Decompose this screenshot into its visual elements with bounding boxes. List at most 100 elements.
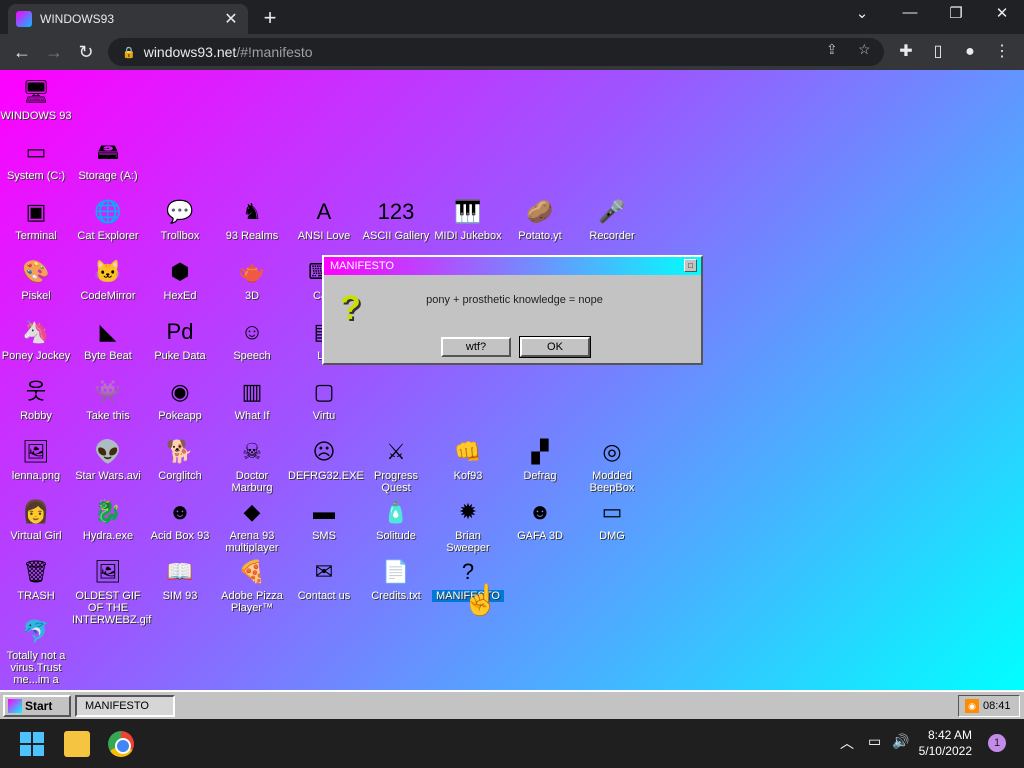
share-icon[interactable]: ⇪ xyxy=(826,41,838,58)
browser-tab[interactable]: WINDOWS93 ✕ xyxy=(8,4,248,34)
desktop-icon-star-wars-avi[interactable]: 👽 Star Wars.avi xyxy=(72,436,144,482)
tab-search-chevron-icon[interactable]: ⌄ xyxy=(842,4,882,22)
desktop-icon-hexed[interactable]: ⬢ HexEd xyxy=(144,256,216,302)
address-bar[interactable]: 🔒 windows93.net/#!manifesto xyxy=(108,38,884,66)
desktop-icon-solitude[interactable]: 🧴 Solitude xyxy=(360,496,432,542)
desktop-icon-credits-txt[interactable]: 📄 Credits.txt xyxy=(360,556,432,602)
desktop-icon-trollbox[interactable]: 💬 Trollbox xyxy=(144,196,216,242)
desktop-icon-kof93[interactable]: 👊 Kof93 xyxy=(432,436,504,482)
desktop-icon-doctor-marburg[interactable]: ☠ Doctor Marburg xyxy=(216,436,288,494)
close-window-button[interactable]: ✕ xyxy=(982,4,1022,22)
desktop-icon-speech[interactable]: ☺ Speech xyxy=(216,316,288,362)
desktop-icon-sim-93[interactable]: 📖 SIM 93 xyxy=(144,556,216,602)
restore-button[interactable]: ❐ xyxy=(936,4,976,22)
desktop-icon-lenna-png[interactable]: 🖼 lenna.png xyxy=(0,436,72,482)
desktop-icon-recorder[interactable]: 🎤 Recorder xyxy=(576,196,648,242)
desktop-icon-label: Byte Beat xyxy=(84,350,132,362)
cube-icon: ⬢ xyxy=(170,259,190,284)
desktop-icon-trash[interactable]: 🗑 TRASH xyxy=(0,556,72,602)
desktop-icon-arena-93-multiplayer[interactable]: ◆ Arena 93 multiplayer xyxy=(216,496,288,554)
desktop-icon-93-realms[interactable]: ♞ 93 Realms xyxy=(216,196,288,242)
desktop-icon-virtual-girl[interactable]: 👩 Virtual Girl xyxy=(0,496,72,542)
dialog-message: pony + prosthetic knowledge = nope xyxy=(426,294,603,306)
desktop-icon-label: Defrag xyxy=(523,470,557,482)
desktop-icon-puke-data[interactable]: Pd Puke Data xyxy=(144,316,216,362)
desktop-icon-ascii-gallery[interactable]: 123 ASCII Gallery xyxy=(360,196,432,242)
puredata-icon: Pd xyxy=(166,319,194,344)
notification-badge[interactable]: 1 xyxy=(988,734,1006,752)
desktop-icon-ansi-love[interactable]: A ANSI Love xyxy=(288,196,360,242)
desktop-icon-defrg32-exe[interactable]: ☹ DEFRG32.EXE xyxy=(288,436,364,482)
desktop-icon-robby[interactable]: 웃 Robby xyxy=(0,376,72,422)
forward-button[interactable]: → xyxy=(42,40,66,64)
side-panel-icon[interactable]: ▯ xyxy=(926,40,950,64)
sms-console-icon: ▬ xyxy=(313,499,335,524)
desktop-icon-label: Terminal xyxy=(15,230,57,242)
desktop-icon-piskel[interactable]: 🎨 Piskel xyxy=(0,256,72,302)
desktop-icon-byte-beat[interactable]: ◣ Byte Beat xyxy=(72,316,144,362)
chrome-icon[interactable] xyxy=(108,731,134,757)
profile-icon[interactable]: ● xyxy=(958,40,982,64)
desktop-icon-label: Acid Box 93 xyxy=(150,530,210,542)
globe-cat-icon: 🌐 xyxy=(94,199,122,224)
wtf-button[interactable]: wtf? xyxy=(441,337,511,357)
windows-start-icon[interactable] xyxy=(20,732,44,756)
desktop-icon-modded-beepbox[interactable]: ◎ Modded BeepBox xyxy=(576,436,648,494)
rss-icon[interactable]: ◉ xyxy=(965,699,979,714)
desktop-icon-gafa-3d[interactable]: ☻ GAFA 3D xyxy=(504,496,576,542)
desktop-icon-label: 93 Realms xyxy=(225,230,279,242)
menu-icon[interactable]: ⋮ xyxy=(990,40,1014,64)
desktop-icon-codemirror[interactable]: 🐱 CodeMirror xyxy=(72,256,144,302)
desktop-icon-brian-sweeper[interactable]: ✹ Brian Sweeper xyxy=(432,496,504,554)
taskbar-item-manifesto[interactable]: MANIFESTO xyxy=(75,695,175,717)
desktop-icon-potato-yt[interactable]: 🥔 Potato.yt xyxy=(504,196,576,242)
desktop-icon-contact-us[interactable]: ✉ Contact us xyxy=(288,556,360,602)
desktop-icon-pokeapp[interactable]: ◉ Pokeapp xyxy=(144,376,216,422)
desktop-icon-storage-a[interactable]: 🖴 Storage (A:) xyxy=(72,136,144,182)
chevron-up-icon[interactable]: ︿ xyxy=(840,733,854,753)
desktop-icon-poney-jockey[interactable]: 🦄 Poney Jockey xyxy=(0,316,72,362)
dialog-close-button[interactable]: □ xyxy=(684,259,697,272)
desktop-icon-system-c[interactable]: ▭ System (C:) xyxy=(0,136,72,182)
new-tab-button[interactable]: + xyxy=(258,5,282,31)
face-icon: ☺ xyxy=(240,319,264,344)
tab-close-icon[interactable]: ✕ xyxy=(222,9,240,29)
desktop-icon-progress-quest[interactable]: ⚔ Progress Quest xyxy=(360,436,432,494)
ok-button[interactable]: OK xyxy=(519,336,591,358)
corgi-icon: 🐕 xyxy=(166,439,194,464)
desktop-icon-midi-jukebox[interactable]: 🎹 MIDI Jukebox xyxy=(432,196,504,242)
desktop-icon-defrag[interactable]: ▞ Defrag xyxy=(504,436,576,482)
desktop-icon-3d[interactable]: 🫖 3D xyxy=(216,256,288,302)
minimize-button[interactable]: — xyxy=(890,4,930,21)
bookmark-star-icon[interactable]: ☆ xyxy=(858,41,871,58)
desktop-icon-label: SIM 93 xyxy=(162,590,198,602)
desktop-icon-label: DEFRG32.EXE xyxy=(288,470,364,482)
file-explorer-icon[interactable] xyxy=(64,731,90,757)
ascii-icon: 123 xyxy=(377,199,415,224)
system-clock[interactable]: 8:42 AM 5/10/2022 xyxy=(919,727,972,759)
desktop-icon-what-if[interactable]: ▥ What If xyxy=(216,376,288,422)
reload-button[interactable]: ↻ xyxy=(74,40,98,64)
desktop-icon-acid-box-93[interactable]: ☻ Acid Box 93 xyxy=(144,496,216,542)
desktop-icon-label: Puke Data xyxy=(154,350,206,362)
dialog-title-bar[interactable]: MANIFESTO □ xyxy=(324,257,701,275)
yoda-icon: 👽 xyxy=(94,439,122,464)
desktop-icon-sms[interactable]: ▬ SMS xyxy=(288,496,360,542)
volume-icon[interactable]: 🔊 xyxy=(892,733,909,750)
desktop-icon-virtu[interactable]: ▢ Virtu xyxy=(288,376,360,422)
w93-clock: 08:41 xyxy=(983,700,1011,712)
desktop-icon-oldest-gif-of-the-interwebz-gif[interactable]: 🖼 OLDEST GIF OF THE INTERWEBZ.gif xyxy=(72,556,151,626)
desktop-icon-windows-93[interactable]: 🖥 WINDOWS 93 xyxy=(0,76,72,122)
desktop-icon-hydra-exe[interactable]: 🐉 Hydra.exe xyxy=(72,496,144,542)
desktop-icon-cat-explorer[interactable]: 🌐 Cat Explorer xyxy=(72,196,144,242)
desktop-icon-adobe-pizza-player[interactable]: 🍕 Adobe Pizza Player™ xyxy=(216,556,288,614)
desktop-icon-dmg[interactable]: ▭ DMG xyxy=(576,496,648,542)
desktop-icon-corglitch[interactable]: 🐕 Corglitch xyxy=(144,436,216,482)
desktop-icon-terminal[interactable]: ▣ Terminal xyxy=(0,196,72,242)
desktop-icon-totally-not-a-virus-trust-me-im-a[interactable]: 🐬 Totally not a virus.Trust me...im a xyxy=(0,616,72,686)
desktop-icon-take-this[interactable]: 👾 Take this xyxy=(72,376,144,422)
start-button[interactable]: Start xyxy=(3,695,71,717)
extensions-icon[interactable]: ✚ xyxy=(894,40,918,64)
network-icon[interactable]: ▭ xyxy=(868,733,881,750)
back-button[interactable]: ← xyxy=(10,40,34,64)
